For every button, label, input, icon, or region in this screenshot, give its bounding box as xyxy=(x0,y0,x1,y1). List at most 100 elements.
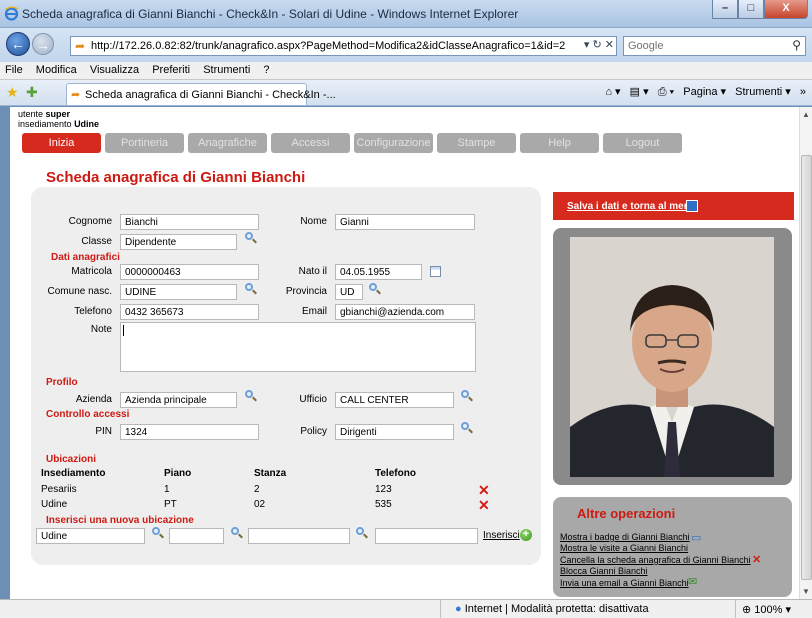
page-menu-button[interactable]: Pagina ▾ xyxy=(683,86,726,98)
col-stanza: Stanza xyxy=(254,468,287,479)
more-commands-button[interactable]: » xyxy=(800,86,806,98)
provincia-search-icon[interactable] xyxy=(369,283,381,295)
matricola-field[interactable]: 0000000463 xyxy=(120,264,259,280)
save-and-return-link[interactable]: Salva i dati e torna al menù xyxy=(567,201,696,212)
menu-file[interactable]: File xyxy=(0,62,28,76)
new-telefono-field[interactable] xyxy=(375,528,478,544)
browser-tab[interactable]: ➦ Scheda anagrafica di Gianni Bianchi - … xyxy=(66,83,336,105)
calendar-icon[interactable] xyxy=(430,266,441,277)
print-button[interactable]: ⎙ ▾ xyxy=(658,86,674,98)
scroll-down-icon[interactable]: ▼ xyxy=(802,587,810,596)
email-field[interactable]: gbianchi@azienda.com xyxy=(335,304,475,320)
search-box[interactable]: ⚲ xyxy=(623,36,806,56)
delete-record-link[interactable]: Cancella la scheda anagrafica di Gianni … xyxy=(560,555,751,565)
status-divider-2 xyxy=(735,600,736,618)
policy-field[interactable]: Dirigenti xyxy=(335,424,454,440)
nav-configurazione[interactable]: Configurazione xyxy=(354,133,433,153)
forward-button[interactable]: → xyxy=(32,33,54,55)
page-content: utente super insediamento Udine Inizia P… xyxy=(10,107,799,599)
back-button[interactable]: ← xyxy=(6,32,30,56)
home-button[interactable]: ⌂ ▾ xyxy=(605,86,620,98)
nato-il-field[interactable]: 04.05.1955 xyxy=(335,264,422,280)
maximize-button[interactable]: □ xyxy=(738,0,764,19)
email-label: Email xyxy=(301,306,327,317)
nav-portineria[interactable]: Portineria xyxy=(105,133,184,153)
new-stanza-field[interactable] xyxy=(248,528,350,544)
delete-row2-icon[interactable]: ✕ xyxy=(478,498,490,512)
save-icon[interactable] xyxy=(686,200,698,212)
vertical-scrollbar[interactable]: ▲ ▼ xyxy=(799,107,812,599)
col-insediamento: Insediamento xyxy=(41,468,106,479)
azienda-search-icon[interactable] xyxy=(245,390,257,402)
tab-bar: ★ ✚ ➦ Scheda anagrafica di Gianni Bianch… xyxy=(0,80,812,106)
comune-field[interactable]: UDINE xyxy=(120,284,237,300)
scrollbar-thumb[interactable] xyxy=(801,155,812,580)
favorites-star-icon[interactable]: ★ xyxy=(6,84,19,101)
badge-icon[interactable]: ▭ xyxy=(691,533,701,544)
ufficio-search-icon[interactable] xyxy=(461,390,473,402)
nome-field[interactable]: Gianni xyxy=(335,214,475,230)
nav-anagrafiche[interactable]: Anagrafiche xyxy=(188,133,267,153)
inserisci-link[interactable]: Inserisci xyxy=(483,530,520,541)
note-textarea[interactable] xyxy=(120,322,476,372)
telefono-field[interactable]: 0432 365673 xyxy=(120,304,259,320)
photo-panel xyxy=(553,228,792,485)
provincia-field[interactable]: UD xyxy=(335,284,363,300)
close-window-button[interactable]: X xyxy=(764,0,808,19)
add-favorite-icon[interactable]: ✚ xyxy=(26,84,38,101)
row1-piano: 1 xyxy=(164,484,170,495)
menu-preferiti[interactable]: Preferiti xyxy=(147,62,195,76)
pin-field[interactable]: 1324 xyxy=(120,424,259,440)
user-label: utente xyxy=(18,109,44,119)
scroll-up-icon[interactable]: ▲ xyxy=(802,110,810,119)
address-bar[interactable]: ➦ http://172.26.0.82:82/trunk/anagrafico… xyxy=(70,36,617,56)
url-text[interactable]: http://172.26.0.82:82/trunk/anagrafico.a… xyxy=(91,40,565,52)
new-piano-field[interactable] xyxy=(169,528,224,544)
row1-stanza: 2 xyxy=(254,484,260,495)
send-email-link[interactable]: Invia una email a Gianni Bianchi xyxy=(560,578,689,588)
nato-il-label: Nato il xyxy=(298,266,327,277)
nav-stampe[interactable]: Stampe xyxy=(437,133,516,153)
menu-strumenti[interactable]: Strumenti xyxy=(198,62,255,76)
zoom-level[interactable]: ⊕ 100% ▾ xyxy=(742,603,791,616)
add-icon[interactable]: + xyxy=(520,529,532,541)
nav-accessi[interactable]: Accessi xyxy=(271,133,350,153)
delete-row1-icon[interactable]: ✕ xyxy=(478,483,490,497)
feeds-button[interactable]: ▤ ▾ xyxy=(630,86,649,98)
new-piano-search-icon[interactable] xyxy=(231,527,243,539)
page-icon: ➦ xyxy=(75,39,86,53)
ufficio-field[interactable]: CALL CENTER xyxy=(335,392,454,408)
col-piano: Piano xyxy=(164,468,192,479)
search-input[interactable] xyxy=(628,39,778,53)
new-stanza-search-icon[interactable] xyxy=(356,527,368,539)
delete-icon[interactable]: ✕ xyxy=(752,555,761,566)
policy-search-icon[interactable] xyxy=(461,422,473,434)
classe-search-icon[interactable] xyxy=(245,232,257,244)
security-zone[interactable]: ● Internet | Modalità protetta: disattiv… xyxy=(455,603,649,615)
section-nuova-ubicazione: Inserisci una nuova ubicazione xyxy=(46,515,194,526)
minimize-button[interactable]: – xyxy=(712,0,738,19)
menu-help[interactable]: ? xyxy=(258,62,274,76)
row2-insediamento: Udine xyxy=(41,499,68,510)
block-person-link[interactable]: Blocca Gianni Bianchi xyxy=(560,566,648,576)
menu-modifica[interactable]: Modifica xyxy=(31,62,82,76)
menu-visualizza[interactable]: Visualizza xyxy=(85,62,144,76)
cognome-field[interactable]: Bianchi xyxy=(120,214,259,230)
comune-search-icon[interactable] xyxy=(245,283,257,295)
nav-help[interactable]: Help xyxy=(520,133,599,153)
nav-inizia[interactable]: Inizia xyxy=(22,133,101,153)
email-icon[interactable]: ✉ xyxy=(688,577,697,588)
refresh-stop-icons[interactable]: ▾ ↻ ✕ xyxy=(584,38,614,51)
row1-insediamento: Pesariis xyxy=(41,484,77,495)
new-insediamento-search-icon[interactable] xyxy=(152,527,164,539)
person-photo xyxy=(570,237,774,477)
tools-menu-button[interactable]: Strumenti ▾ xyxy=(735,86,791,98)
azienda-field[interactable]: Azienda principale xyxy=(120,392,237,408)
menu-bar: File Modifica Visualizza Preferiti Strum… xyxy=(0,62,812,80)
classe-field[interactable]: Dipendente xyxy=(120,234,237,250)
show-badges-link[interactable]: Mostra i badge di Gianni Bianchi xyxy=(560,532,690,542)
show-visits-link[interactable]: Mostra le visite a Gianni Bianchi xyxy=(560,543,688,553)
search-icon[interactable]: ⚲ xyxy=(792,38,801,52)
new-insediamento-field[interactable]: Udine xyxy=(36,528,145,544)
nav-logout[interactable]: Logout xyxy=(603,133,682,153)
